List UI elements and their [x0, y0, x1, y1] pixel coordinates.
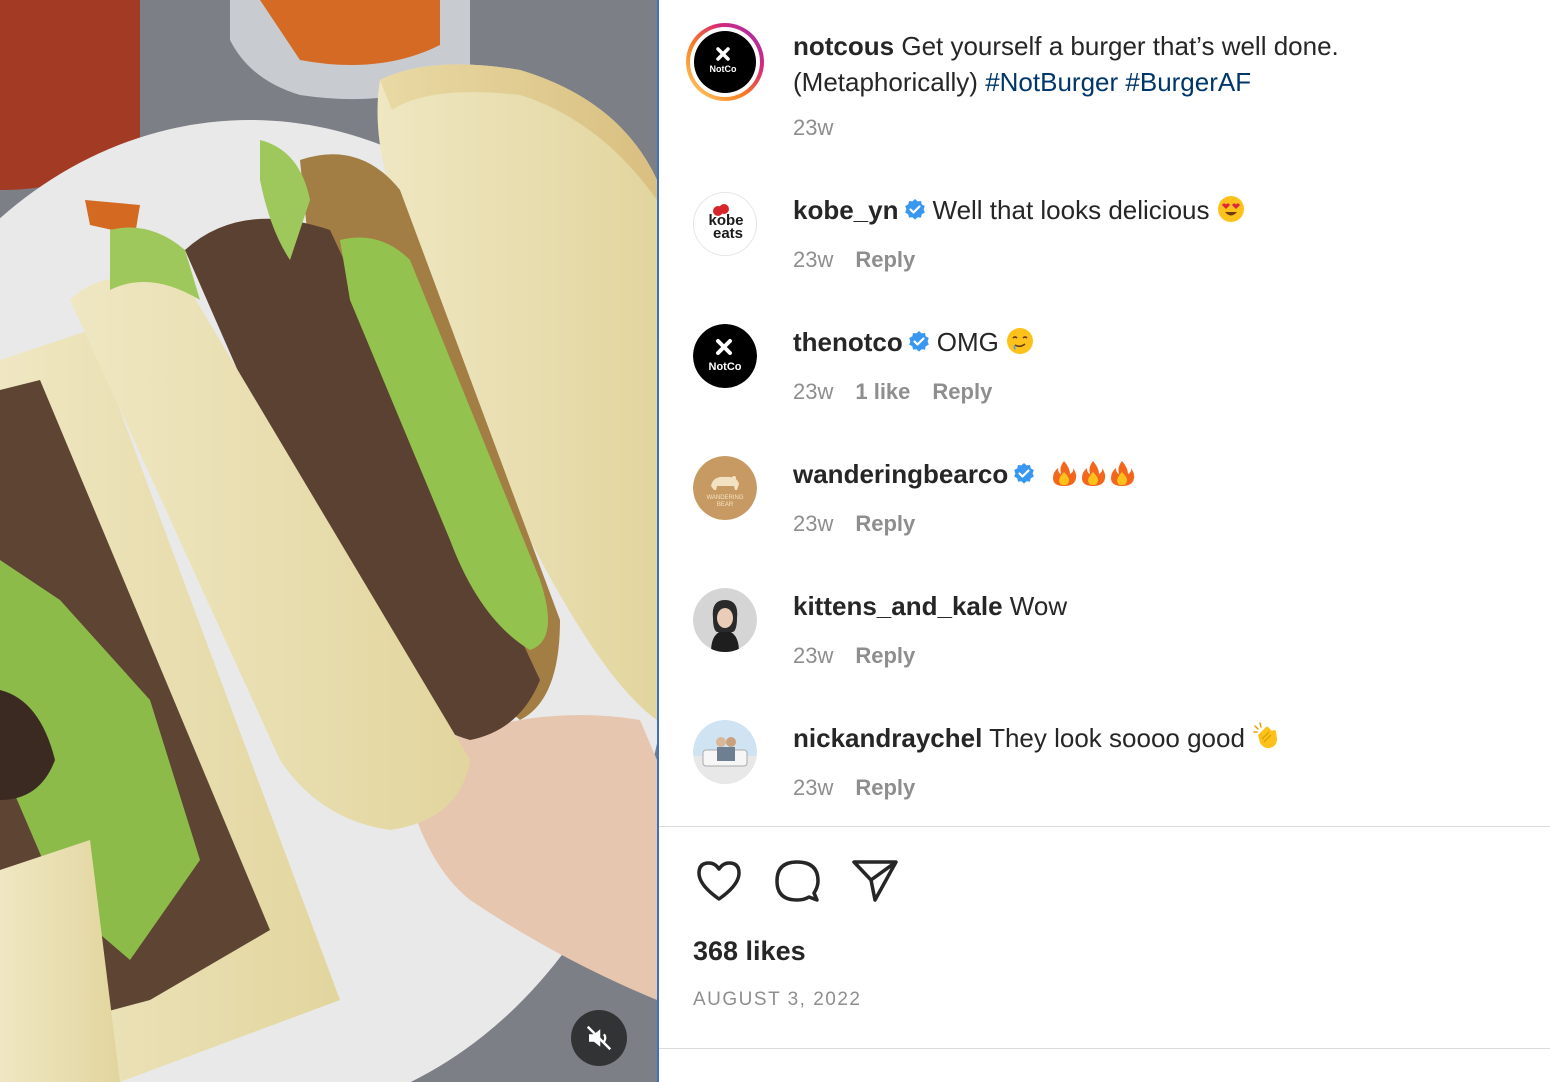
- comment-meta: 23w Reply: [793, 246, 937, 274]
- hashtag-link[interactable]: #NotBurger: [985, 67, 1118, 97]
- comment-meta: 23w Reply: [793, 642, 937, 670]
- svg-text:NotCo: NotCo: [709, 361, 742, 373]
- comment-button[interactable]: [771, 855, 823, 907]
- comment-meta: 23w Reply: [793, 774, 937, 802]
- commenter-avatar[interactable]: kobe eats: [693, 192, 757, 256]
- verified-badge-icon: [908, 331, 929, 352]
- comment-bubble-icon: [775, 860, 820, 902]
- heart-icon: [697, 861, 741, 901]
- timestamp[interactable]: 23w: [793, 511, 833, 536]
- caption-meta: 23w: [793, 114, 855, 142]
- comment-body: They look soooo good: [989, 723, 1245, 753]
- commenter-username[interactable]: thenotco: [793, 327, 903, 357]
- like-button[interactable]: [693, 855, 745, 907]
- comment-text: wanderingbearco: [793, 456, 1136, 492]
- comment-text: kittens_and_kale Wow: [793, 588, 1067, 624]
- commenter-avatar[interactable]: [693, 588, 757, 652]
- timestamp[interactable]: 23w: [793, 775, 833, 800]
- comment-text: nickandraychel They look soooo good: [793, 720, 1282, 756]
- commenter-avatar[interactable]: WANDERING BEAR: [693, 456, 757, 520]
- speaker-muted-icon: [586, 1025, 612, 1051]
- reply-button[interactable]: Reply: [855, 643, 915, 668]
- caption-text: notcous Get yourself a burger that’s wel…: [793, 28, 1493, 100]
- post-date: AUGUST 3, 2022: [693, 989, 862, 1010]
- commenter-username[interactable]: kobe_yn: [793, 195, 899, 225]
- comments-panel: NotCo notcous Get yourself a burger that…: [659, 0, 1550, 1082]
- author-username[interactable]: notcous: [793, 31, 894, 61]
- paper-plane-icon: [852, 860, 898, 902]
- timestamp[interactable]: 23w: [793, 379, 833, 404]
- reply-button[interactable]: Reply: [932, 379, 992, 404]
- timestamp[interactable]: 23w: [793, 643, 833, 668]
- comment-body: Wow: [1009, 591, 1068, 621]
- section-divider: [659, 826, 1550, 827]
- comment-meta: 23w 1 like Reply: [793, 378, 1014, 406]
- verified-badge-icon: [904, 199, 925, 220]
- post-media[interactable]: [0, 0, 657, 1082]
- svg-text:BEAR: BEAR: [717, 502, 734, 508]
- reply-button[interactable]: Reply: [855, 511, 915, 536]
- timestamp[interactable]: 23w: [793, 247, 833, 272]
- commenter-username[interactable]: kittens_and_kale: [793, 591, 1003, 621]
- commenter-avatar[interactable]: NotCo: [693, 324, 757, 388]
- verified-badge-icon: [1014, 463, 1035, 484]
- comment-body: Well that looks delicious: [932, 195, 1210, 225]
- drooling-face-emoji-icon: [1007, 328, 1034, 354]
- comment-text: kobe_yn Well that looks delicious: [793, 192, 1245, 228]
- hashtag-link[interactable]: #BurgerAF: [1125, 67, 1251, 97]
- burger-photo: [0, 0, 657, 1082]
- comment-text: thenotco OMG: [793, 324, 1034, 360]
- svg-text:eats: eats: [713, 225, 743, 242]
- svg-text:NotCo: NotCo: [710, 64, 737, 74]
- commenter-username[interactable]: nickandraychel: [793, 723, 982, 753]
- timestamp[interactable]: 23w: [793, 115, 833, 140]
- commenter-avatar[interactable]: [693, 720, 757, 784]
- heart-eyes-emoji-icon: [1217, 196, 1244, 222]
- comment-meta: 23w Reply: [793, 510, 937, 538]
- fire-emoji-icon: [1052, 461, 1134, 486]
- reply-button[interactable]: Reply: [855, 247, 915, 272]
- mute-button[interactable]: [571, 1010, 627, 1066]
- post-actions: [693, 855, 901, 907]
- commenter-username[interactable]: wanderingbearco: [793, 459, 1008, 489]
- svg-text:WANDERING: WANDERING: [706, 495, 743, 501]
- clapping-hands-emoji-icon: [1253, 722, 1278, 749]
- share-button[interactable]: [849, 855, 901, 907]
- comment-likes-link[interactable]: 1 like: [855, 379, 910, 404]
- comment-body: OMG: [936, 327, 999, 357]
- author-avatar[interactable]: NotCo: [685, 22, 765, 102]
- reply-button[interactable]: Reply: [855, 775, 915, 800]
- likes-count[interactable]: 368 likes: [693, 936, 806, 967]
- section-divider: [659, 1048, 1550, 1049]
